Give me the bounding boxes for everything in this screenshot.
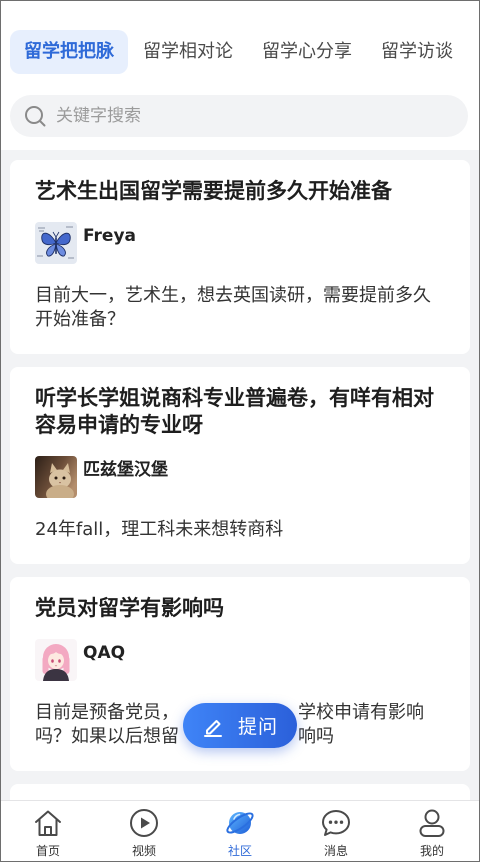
tab-study-abroad-consult[interactable]: 留学把把脉 — [10, 30, 128, 74]
search-icon — [25, 106, 46, 127]
tab-study-abroad-debate[interactable]: 留学相对论 — [143, 30, 233, 74]
author-row: Freya — [35, 222, 445, 264]
author-name: Freya — [83, 226, 136, 246]
anime-girl-avatar-image — [35, 639, 77, 681]
tabbar-label: 首页 — [35, 844, 60, 858]
post-body-text: 学校申请有影响 — [298, 702, 424, 723]
video-play-icon — [130, 809, 158, 837]
post-title: 党员对留学有影响吗 — [35, 596, 224, 620]
avatar[interactable] — [35, 456, 77, 498]
bottom-tab-bar: 首页 视频 社区 消息 我的 — [0, 800, 480, 862]
avatar[interactable] — [35, 639, 77, 681]
tabbar-item-home[interactable]: 首页 — [0, 801, 96, 862]
tabbar-item-profile[interactable]: 我的 — [384, 801, 480, 862]
post-card[interactable]: 听学长学姐说商科专业普遍卷，有咩有相对容易申请的专业呀 匹兹堡汉堡 24年fal… — [10, 367, 470, 564]
post-title: 听学长学姐说商科专业普遍卷，有咩有相对容易申请的专业呀 — [35, 386, 434, 437]
author-name: 匹兹堡汉堡 — [83, 460, 168, 480]
tabbar-item-video[interactable]: 视频 — [96, 801, 192, 862]
message-icon — [322, 810, 350, 836]
ask-question-label: 提问 — [237, 716, 278, 738]
top-header: 留学把把脉 留学相对论 留学心分享 留学访谈 — [0, 0, 480, 150]
post-card[interactable]: 艺术生出国留学需要提前多久开始准备 Freya 目前大一，艺术生，想去英国读研，… — [10, 160, 470, 354]
category-tabs: 留学把把脉 留学相对论 留学心分享 留学访谈 — [10, 30, 476, 74]
search-input[interactable] — [56, 95, 436, 137]
tab-study-abroad-interviews[interactable]: 留学访谈 — [381, 30, 453, 74]
author-row: QAQ — [35, 639, 445, 681]
post-body-text: 响吗 — [298, 726, 334, 747]
cat-avatar-image — [35, 456, 77, 498]
tab-study-abroad-sharing[interactable]: 留学心分享 — [262, 30, 352, 74]
post-card-partial[interactable] — [10, 784, 470, 800]
author-row: 匹兹堡汉堡 — [35, 456, 445, 498]
post-body-text: 目前是预备党员， — [35, 702, 179, 723]
post-body: 24年fall，理工科未来想转商科 — [35, 519, 284, 540]
search-bar[interactable] — [10, 95, 468, 137]
tabbar-label: 消息 — [323, 844, 348, 858]
butterfly-avatar-image — [35, 222, 77, 264]
planet-icon — [226, 812, 254, 834]
tabbar-label: 视频 — [131, 844, 156, 858]
tabbar-item-community[interactable]: 社区 — [192, 801, 288, 862]
tabbar-label: 社区 — [227, 844, 252, 858]
post-body-text: 吗？如果以后想留 — [35, 726, 179, 747]
author-name: QAQ — [83, 643, 126, 663]
profile-icon — [419, 809, 445, 837]
avatar[interactable] — [35, 222, 77, 264]
tabbar-label: 我的 — [419, 844, 444, 858]
post-title: 艺术生出国留学需要提前多久开始准备 — [35, 179, 392, 203]
ask-question-button[interactable]: 提问 — [183, 703, 297, 748]
edit-icon — [203, 719, 222, 737]
post-body: 目前大一，艺术生，想去英国读研，需要提前多久开始准备？ — [35, 285, 431, 330]
home-icon — [35, 810, 61, 836]
tabbar-item-messages[interactable]: 消息 — [288, 801, 384, 862]
